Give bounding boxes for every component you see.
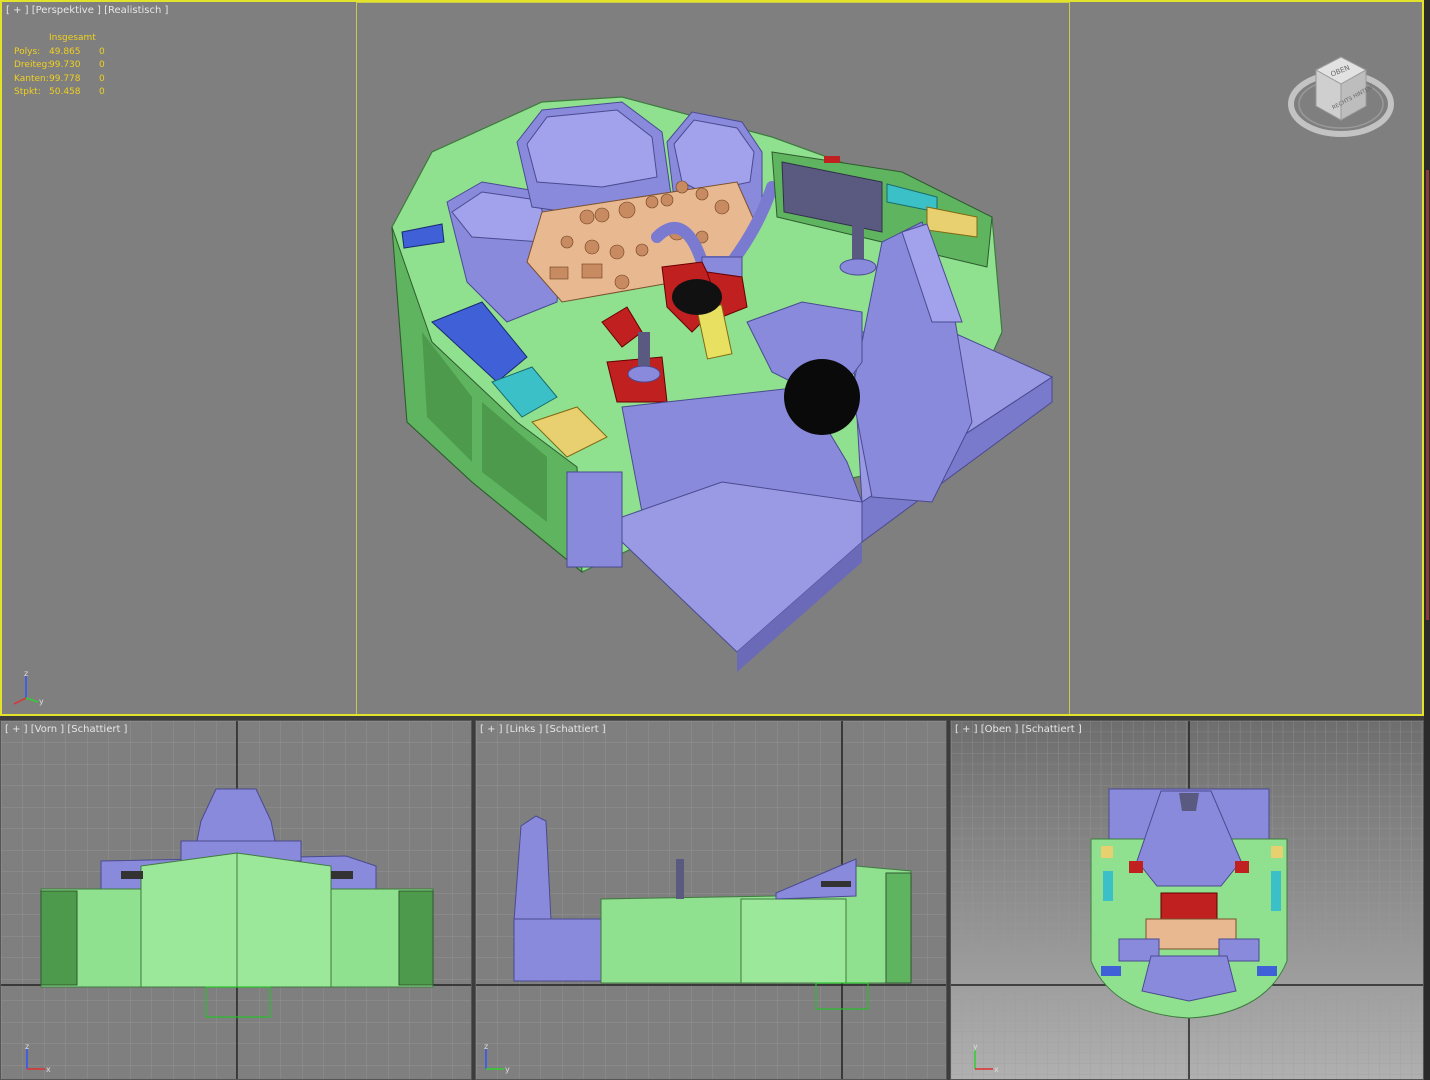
svg-text:z: z [25, 1043, 29, 1051]
svg-text:y: y [39, 697, 44, 706]
viewport-label: [ + ] [Vorn ] [Schattiert ] [5, 724, 127, 735]
viewport-point-of-view-menu[interactable]: [Links ] [506, 724, 543, 735]
svg-text:y: y [973, 1043, 978, 1051]
axis-gizmo: z y [484, 1043, 510, 1074]
axis-gizmo: y x [973, 1043, 999, 1074]
viewport-label: [ + ] [Oben ] [Schattiert ] [955, 724, 1082, 735]
viewport-point-of-view-menu[interactable]: [Vorn ] [31, 724, 64, 735]
grid-left [476, 721, 946, 1079]
svg-text:x: x [46, 1065, 51, 1074]
svg-text:y: y [505, 1065, 510, 1074]
cockpit-model-perspective[interactable] [2, 2, 1422, 714]
viewport-menu-plus[interactable]: [ + ] [5, 724, 28, 735]
axis-gizmo: z y [13, 670, 44, 706]
grid-top [951, 721, 1423, 1079]
viewport-point-of-view-menu[interactable]: [Oben ] [981, 724, 1019, 735]
viewport-shading-menu[interactable]: [Schattiert ] [1022, 724, 1082, 735]
viewport-shading-menu[interactable]: [Schattiert ] [546, 724, 606, 735]
svg-text:z: z [484, 1043, 488, 1051]
svg-text:z: z [24, 670, 28, 678]
viewport-perspective[interactable]: [ + ] [Perspektive ] [Realistisch ] Insg… [0, 0, 1424, 716]
viewport-top[interactable]: [ + ] [Oben ] [Schattiert ] y x [950, 720, 1424, 1080]
axis-gizmo: z x [25, 1043, 51, 1074]
viewport-label: [ + ] [Links ] [Schattiert ] [480, 724, 606, 735]
viewport-front[interactable]: [ + ] [Vorn ] [Schattiert ] z x [0, 720, 472, 1080]
viewport-menu-plus[interactable]: [ + ] [480, 724, 503, 735]
viewport-shading-menu[interactable]: [Schattiert ] [67, 724, 127, 735]
grid-front [1, 721, 471, 1079]
svg-text:x: x [994, 1065, 999, 1074]
viewport-left[interactable]: [ + ] [Links ] [Schattiert ] z y [475, 720, 947, 1080]
viewport-menu-plus[interactable]: [ + ] [955, 724, 978, 735]
viewport-scroll-strip [1424, 0, 1430, 1080]
